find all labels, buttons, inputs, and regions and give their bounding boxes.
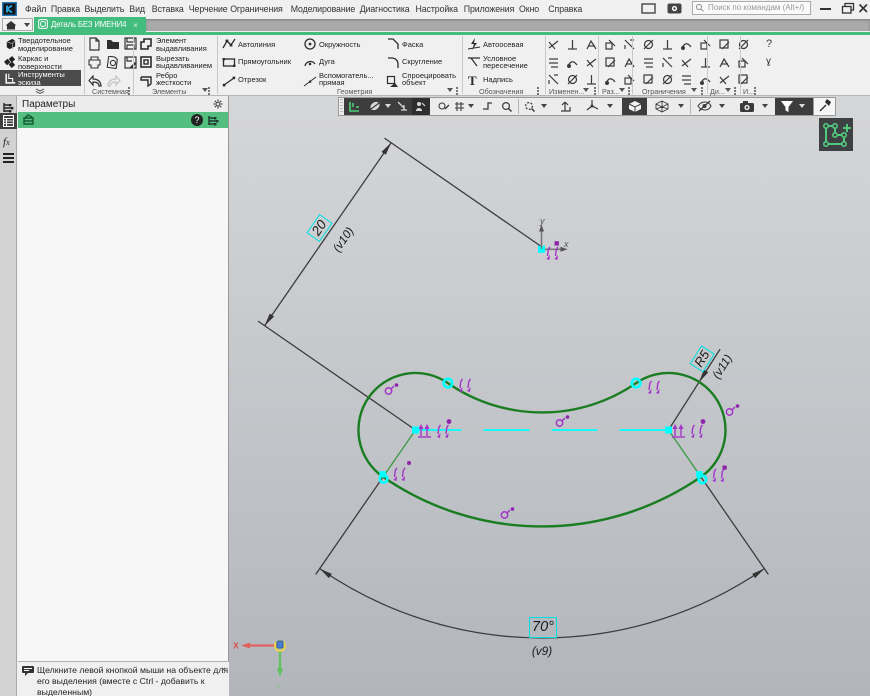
- svg-text:Y: Y: [276, 681, 282, 691]
- svg-text:x: x: [563, 239, 569, 249]
- svg-text:y: y: [539, 216, 545, 226]
- svg-text:X: X: [233, 641, 239, 651]
